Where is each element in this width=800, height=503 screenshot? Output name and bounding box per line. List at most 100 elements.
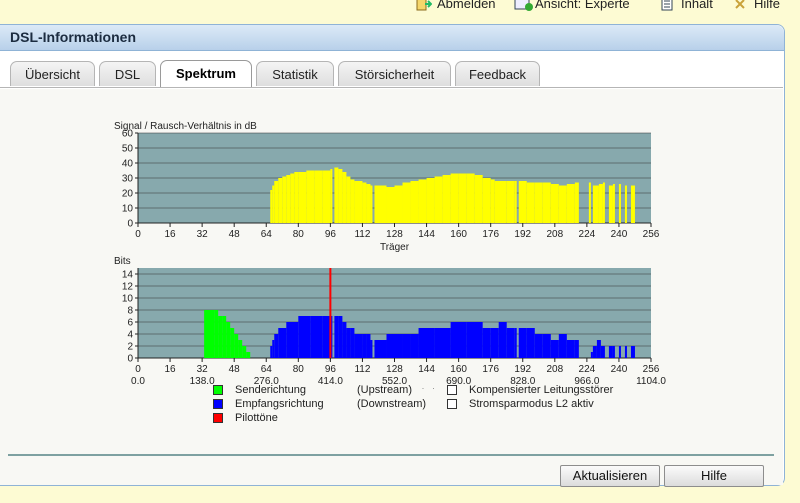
- chart2-series2-bar: [394, 334, 403, 358]
- chart1-x-tick-label: 16: [165, 229, 177, 240]
- chart2-y-tick-label: 14: [122, 270, 134, 281]
- chart2-series2-bar: [490, 328, 499, 358]
- chart2-series2-bar: [270, 346, 273, 358]
- logout-label: Abmelden: [437, 0, 496, 11]
- chart1-series1-bar: [342, 172, 347, 223]
- chart1-series1-bar: [588, 182, 591, 223]
- legend-right: Kompensierter Leitungsstörer Stromsparmo…: [447, 383, 613, 411]
- chart2-y-tick-label: 6: [127, 318, 133, 329]
- chart1-y-tick-label: 10: [122, 204, 134, 215]
- tab-feedback[interactable]: Feedback: [455, 61, 540, 86]
- chart1-series1-bar: [574, 182, 579, 223]
- chart2-series2-bar: [514, 328, 517, 358]
- chart1-series1-bar: [608, 185, 613, 223]
- chart2-series2-bar: [298, 316, 311, 358]
- chart2-x-tick-label: 96: [325, 364, 337, 375]
- chart1-x-tick-label: 176: [482, 229, 499, 240]
- chart1-series1-bar: [526, 182, 535, 223]
- chart2-series2-bar: [506, 328, 515, 358]
- chart2-series2-bar: [600, 346, 605, 358]
- chart1-series1-bar: [374, 185, 387, 223]
- contents-link[interactable]: Inhalt: [660, 0, 713, 11]
- chart2-series1-bar: [230, 328, 235, 358]
- chart1-series1-bar: [286, 175, 291, 223]
- chart2-series2-bar: [434, 328, 451, 358]
- chart2-series2-bar: [526, 328, 535, 358]
- chart1-x-tick-label: 160: [450, 229, 467, 240]
- chart1-y-tick-label: 0: [127, 219, 133, 230]
- logout-icon: [416, 0, 433, 11]
- chart2-series2-bar: [566, 340, 575, 358]
- chart1-series1-bar: [494, 181, 507, 223]
- chart1-series1-bar: [558, 185, 567, 223]
- chart2-series1-bar: [238, 340, 243, 358]
- chart1-series1-bar: [592, 185, 599, 223]
- chart1-series1-bar: [466, 173, 475, 223]
- help-link[interactable]: Hilfe: [733, 0, 780, 11]
- chart1-x-tick-label: 128: [386, 229, 403, 240]
- chart1-series1-bar: [550, 184, 559, 223]
- chart2-y-tick-label: 8: [127, 306, 133, 317]
- chart1-series1-bar: [442, 175, 451, 223]
- chart1-series1-bar: [566, 184, 575, 223]
- tab-spectrum[interactable]: Spektrum: [160, 60, 252, 87]
- chart1-x-tick-label: 80: [293, 229, 305, 240]
- chart1-series1-bar: [338, 169, 343, 223]
- chart2-series2-bar: [310, 316, 323, 358]
- chart2-series1-bar: [246, 352, 251, 358]
- chart2-series2-bar: [482, 328, 491, 358]
- chart1-series1-bar: [482, 178, 491, 223]
- chart2-khz-tick-label: 1104.0: [636, 376, 666, 387]
- chart1-series1-bar: [418, 179, 427, 223]
- chart1-series1-bar: [278, 178, 283, 223]
- chart2-series2-bar: [574, 340, 579, 358]
- legend-pilot: Pilottöne: [213, 411, 426, 425]
- chart2-series2-bar: [362, 334, 367, 358]
- tab-statistics[interactable]: Statistik: [256, 61, 334, 86]
- chart2-y-tick-label: 4: [127, 330, 133, 341]
- chart2-series2-bar: [542, 334, 551, 358]
- chart2-series2-bar: [418, 328, 435, 358]
- refresh-button[interactable]: Aktualisieren: [560, 465, 660, 487]
- chart2-series1-bar: [218, 316, 223, 358]
- legend-l2: Stromsparmodus L2 aktiv: [447, 397, 613, 411]
- chart1-y-tick-label: 50: [122, 144, 134, 155]
- chart2-series2-bar: [550, 340, 559, 358]
- chart2-series2-bar: [410, 334, 419, 358]
- help-label: Hilfe: [754, 0, 781, 11]
- dsl-info-panel: DSL-Informationen Übersicht DSL Spektrum…: [0, 24, 785, 487]
- logout-link[interactable]: Abmelden: [416, 0, 496, 11]
- chart2-x-tick-label: 144: [418, 364, 435, 375]
- legend-compensated: Kompensierter Leitungsstörer: [447, 383, 613, 397]
- legend-downstream-label: Empfangsrichtung: [235, 398, 324, 410]
- chart1-series1-bar: [290, 173, 295, 223]
- chart1-series1-bar: [334, 167, 339, 223]
- tab-dsl[interactable]: DSL: [99, 61, 156, 86]
- upstream-swatch: [213, 385, 223, 395]
- chart2-y-tick-label: 10: [122, 294, 134, 305]
- top-menu-bar: Abmelden Ansicht: Experte Inhalt Hilfe: [0, 0, 800, 24]
- chart2-x-tick-label: 48: [229, 364, 241, 375]
- view-mode-link[interactable]: Ansicht: Experte: [514, 0, 630, 11]
- chart2-series1-bar: [226, 322, 231, 358]
- chart2-x-tick-label: 128: [386, 364, 403, 375]
- chart1-series1-bar: [282, 176, 287, 223]
- legend-compensated-label: Kompensierter Leitungsstörer: [469, 384, 614, 396]
- chart1-series1-bar: [272, 185, 275, 223]
- tab-overview[interactable]: Übersicht: [10, 61, 95, 86]
- help-button[interactable]: Hilfe: [664, 465, 764, 487]
- chart1-series1-bar: [458, 173, 467, 223]
- chart1-series1-bar: [630, 185, 635, 223]
- contents-icon: [660, 0, 676, 11]
- chart1-series1-bar: [346, 176, 351, 223]
- chart2-series2-bar: [278, 328, 287, 358]
- chart2-x-tick-label: 112: [354, 364, 370, 375]
- chart2-y-tick-label: 2: [127, 342, 133, 353]
- spectrum-charts: Signal / Rausch-Verhältnis in dB01020304…: [114, 121, 666, 389]
- chart1-x-tick-label: 208: [546, 229, 563, 240]
- chart2-series2-bar: [558, 334, 567, 358]
- chart1-x-tick-label: 112: [354, 229, 370, 240]
- tab-noise-margin[interactable]: Störsicherheit: [338, 61, 451, 86]
- chart1-series1-bar: [306, 170, 315, 223]
- chart2-series2-bar: [272, 340, 275, 358]
